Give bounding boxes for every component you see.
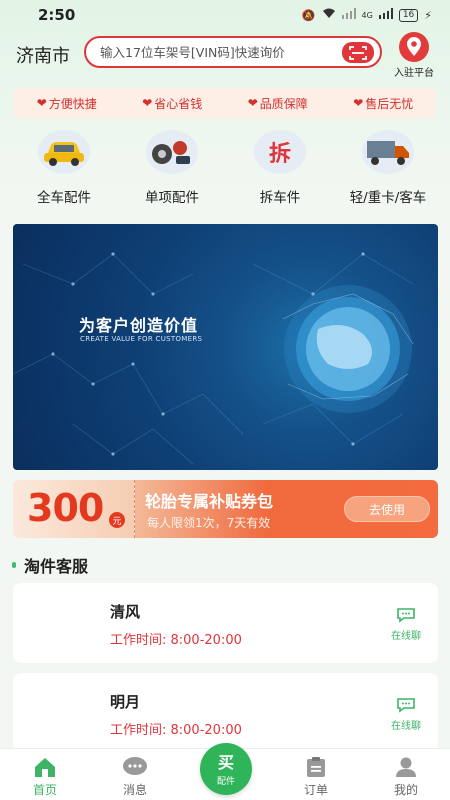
heart-icon: ❤ xyxy=(142,96,153,110)
feature-item: ❤ 方便快捷 xyxy=(37,95,97,112)
service-hours: 工作时间: 8:00-20:00 xyxy=(110,723,242,738)
coupon-amount: 300 xyxy=(27,486,104,530)
tab-orders[interactable]: 订单 xyxy=(281,749,351,798)
online-chat-button[interactable]: 在线聊 xyxy=(386,607,426,642)
network-type: 4G xyxy=(361,10,373,20)
truck-icon xyxy=(362,130,414,174)
heart-icon: ❤ xyxy=(247,96,258,110)
status-time: 2:50 xyxy=(38,6,76,24)
coupon-title: 轮胎专属补贴券包 xyxy=(145,492,274,511)
tab-messages[interactable]: 消息 xyxy=(100,749,170,798)
join-platform-label: 入驻平台 xyxy=(394,68,434,79)
service-hours: 工作时间: 8:00-20:00 xyxy=(110,633,242,648)
signal-icon xyxy=(341,8,356,22)
mute-icon: 🔕 xyxy=(301,8,316,22)
status-bar: 2:50 🔕 4G 16 ⚡ xyxy=(0,0,450,30)
feature-label: 品质保障 xyxy=(259,96,308,111)
category-label: 轻/重卡/客车 xyxy=(349,190,427,206)
online-chat-button[interactable]: 在线聊 xyxy=(386,697,426,732)
tab-mine[interactable]: 我的 xyxy=(371,749,441,798)
scan-button[interactable] xyxy=(342,42,374,63)
tab-label: 首页 xyxy=(32,783,57,797)
category-full-car[interactable]: 全车配件 xyxy=(14,124,114,210)
buy-parts-sub: 配件 xyxy=(216,777,235,787)
category-label: 单项配件 xyxy=(145,190,199,206)
banner-title: 为客户创造价值 xyxy=(79,316,199,335)
service-name: 明月 xyxy=(110,693,141,711)
service-card[interactable]: 明月 工作时间: 8:00-20:00 在线聊 xyxy=(13,673,438,753)
category-label: 全车配件 xyxy=(37,190,91,206)
signal-icon-2 xyxy=(378,8,393,22)
dismantle-icon: 拆 xyxy=(254,130,306,174)
category-trucks[interactable]: 轻/重卡/客车 xyxy=(338,124,438,210)
vin-search-input[interactable] xyxy=(100,44,330,60)
coupon-banner[interactable]: 300 元 轮胎专属补贴券包 每人限领1次，7天有效 去使用 xyxy=(13,480,438,538)
buy-parts-main: 买 xyxy=(217,753,234,772)
heart-icon: ❤ xyxy=(36,96,47,110)
scan-icon xyxy=(349,45,367,60)
chat-icon xyxy=(386,607,426,627)
category-label: 拆车件 xyxy=(259,190,301,206)
feature-item: ❤ 售后无忧 xyxy=(353,95,413,112)
status-icons: 🔕 4G 16 ⚡ xyxy=(302,8,432,22)
section-title: 淘件客服 xyxy=(12,553,88,577)
buy-parts-button[interactable]: 买 配件 xyxy=(200,743,252,795)
message-icon xyxy=(100,755,170,779)
chat-icon xyxy=(386,697,426,717)
car-icon xyxy=(38,130,90,174)
city-selector[interactable]: 济南市 xyxy=(16,42,70,68)
tab-label: 我的 xyxy=(393,783,418,797)
clipboard-icon xyxy=(281,755,351,779)
category-grid: 全车配件 单项配件 拆 拆车件 轻/重卡/客车 xyxy=(14,124,438,210)
home-icon xyxy=(10,755,80,779)
feature-strip: ❤ 方便快捷 ❤ 省心省钱 ❤ 品质保障 ❤ 售后无忧 xyxy=(14,88,436,118)
feature-label: 售后无忧 xyxy=(365,96,414,111)
category-dismantled[interactable]: 拆 拆车件 xyxy=(230,124,330,210)
charging-icon: ⚡ xyxy=(424,8,432,22)
feature-item: ❤ 品质保障 xyxy=(248,95,308,112)
battery-icon: 16 xyxy=(398,8,419,22)
section-marker xyxy=(12,562,16,568)
tab-home[interactable]: 首页 xyxy=(10,749,80,798)
chat-label: 在线聊 xyxy=(391,721,421,732)
bottom-tab-bar: 首页 消息 买 配件 订单 我的 xyxy=(0,743,450,800)
feature-label: 省心省钱 xyxy=(154,96,203,111)
section-title-text: 淘件客服 xyxy=(24,557,89,576)
promo-banner[interactable]: 为客户创造价值 CREATE VALUE FOR CUSTOMERS xyxy=(13,224,438,470)
tab-label: 消息 xyxy=(122,783,147,797)
service-name: 清风 xyxy=(110,603,141,621)
parts-icon xyxy=(146,130,198,174)
wifi-icon xyxy=(322,8,336,22)
use-coupon-button[interactable]: 去使用 xyxy=(344,496,430,522)
feature-item: ❤ 省心省钱 xyxy=(142,95,202,112)
join-platform-button[interactable]: 入驻平台 xyxy=(390,32,438,79)
search-bar[interactable] xyxy=(84,36,382,68)
person-icon xyxy=(371,755,441,779)
chat-label: 在线聊 xyxy=(391,631,421,642)
location-pin-icon xyxy=(399,32,429,62)
tab-label: 订单 xyxy=(303,783,328,797)
coupon-amount-panel: 300 元 xyxy=(13,480,135,538)
feature-label: 方便快捷 xyxy=(48,96,97,111)
service-card[interactable]: 清风 工作时间: 8:00-20:00 在线聊 xyxy=(13,583,438,663)
category-single-parts[interactable]: 单项配件 xyxy=(122,124,222,210)
coupon-unit: 元 xyxy=(109,512,125,528)
heart-icon: ❤ xyxy=(353,96,364,110)
banner-subtitle: CREATE VALUE FOR CUSTOMERS xyxy=(80,335,203,343)
network-graphic xyxy=(13,252,414,465)
header: 济南市 入驻平台 xyxy=(0,32,450,79)
coupon-description: 每人限领1次，7天有效 xyxy=(147,516,271,530)
